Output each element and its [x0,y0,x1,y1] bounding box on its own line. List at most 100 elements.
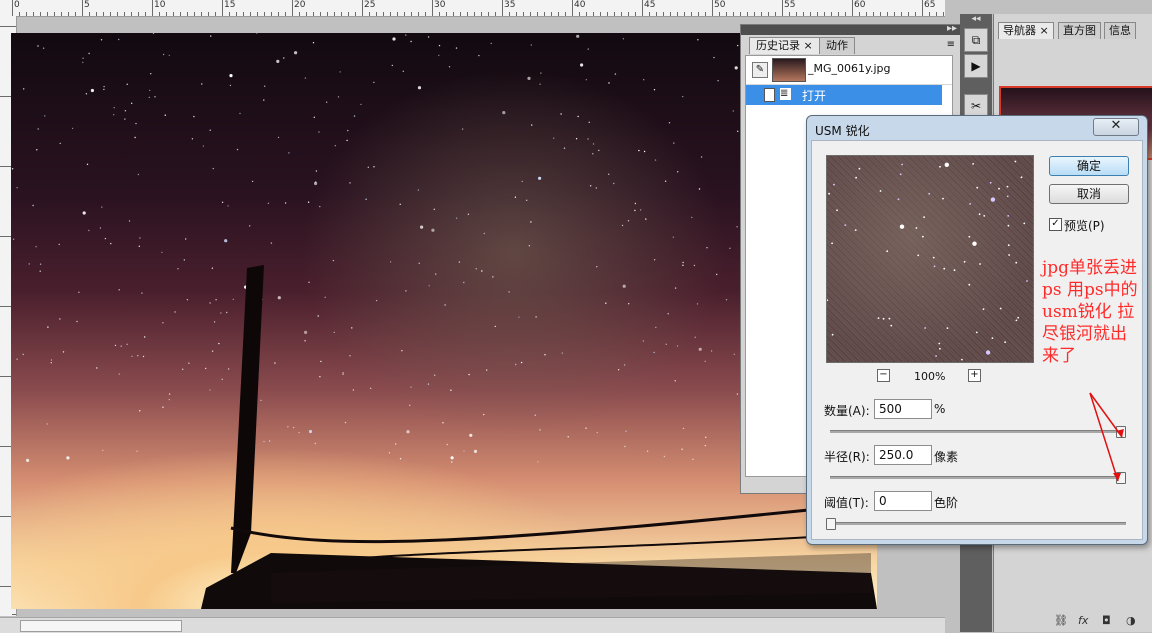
star [131,355,133,357]
link-icon[interactable]: ⛓ [1054,614,1068,627]
history-dock-icon[interactable]: ⧉ [964,28,988,52]
amount-label: 数量(A): [824,404,870,418]
preview-window[interactable] [826,155,1034,363]
preview-star [975,331,978,334]
ruler-tick [376,12,377,16]
star [653,351,655,354]
threshold-slider-thumb[interactable] [826,518,836,530]
tab-info[interactable]: 信息 [1104,22,1136,39]
tab-histogram[interactable]: 直方图 [1058,22,1101,39]
ruler-tick [292,0,293,16]
star [592,153,594,155]
star [263,440,265,443]
star [713,56,715,59]
mask-icon[interactable]: ◘ [1102,614,1111,627]
star [682,95,684,98]
star [553,137,555,139]
star [37,45,39,47]
star [595,187,597,189]
star [264,85,266,87]
star [544,354,546,356]
star [444,304,446,306]
close-button[interactable]: ✕ [1093,118,1139,136]
tab-navigator[interactable]: 导航器 × [998,22,1054,39]
star [218,342,220,345]
star [427,36,430,38]
adjustment-icon[interactable]: ◑ [1126,614,1136,627]
ruler-tick [103,12,104,16]
star [402,70,404,72]
star [202,145,205,147]
star [304,330,308,334]
ruler-tick [33,12,34,16]
ruler-tick [803,12,804,16]
star [674,380,676,382]
ruler-label: 60 [854,0,866,10]
star [438,44,441,47]
star [209,389,211,391]
ruler-tick [894,12,895,16]
panel-menu-icon[interactable]: ≡ [947,39,955,50]
amount-field[interactable]: 500 [874,399,932,419]
preview-checkbox[interactable]: ✓ [1049,218,1062,231]
preview-star [1020,176,1023,179]
brush-source-icon[interactable]: ✎ [752,62,768,78]
ruler-tick [362,0,363,16]
radius-field[interactable]: 250.0 [874,445,932,465]
star [608,173,610,175]
ruler-tick [243,12,244,16]
actions-dock-icon[interactable]: ▶ [964,54,988,78]
star [211,267,214,269]
ruler-tick [530,12,531,16]
fx-icon[interactable]: fx [1078,614,1088,627]
preview-star [1004,341,1006,343]
snapshot-thumbnail [772,58,806,82]
star [538,176,542,180]
star [269,440,271,442]
ruler-tick [0,26,16,27]
star [138,245,140,247]
ruler-tick [264,12,265,16]
star [613,182,615,185]
star [277,296,281,300]
star [697,39,699,41]
star [210,35,212,37]
star [227,368,230,370]
star [201,83,203,85]
star [313,116,315,119]
ruler-tick [642,0,643,16]
tab-actions[interactable]: 动作 [819,37,855,54]
star [530,221,532,223]
scrollbar-thumb[interactable] [20,620,182,632]
star [251,180,254,183]
ruler-label: 35 [504,0,516,10]
cancel-button[interactable]: 取消 [1049,184,1129,204]
star [314,442,317,445]
ruler-tick [789,12,790,16]
star [307,201,310,203]
expand-icon[interactable]: ◂◂ [960,14,992,24]
star [492,276,494,278]
ruler-tick [943,12,944,16]
star [47,326,49,328]
ruler-tick [705,12,706,16]
snapshot-name: _MG_0061y.jpg [808,62,891,75]
horizontal-scrollbar[interactable] [0,617,945,633]
preview-star [915,227,918,229]
preview-star [1008,254,1010,256]
star [32,204,34,207]
history-snapshot-row[interactable]: ✎ _MG_0061y.jpg [746,56,952,85]
tab-history[interactable]: 历史记录 × [749,37,820,54]
collapse-icon[interactable]: ▸▸ [947,23,957,34]
ok-button[interactable]: 确定 [1049,156,1129,176]
zoom-in-button[interactable]: + [968,369,981,382]
threshold-slider[interactable] [830,522,1126,525]
preview-star [1017,316,1020,319]
preview-star [990,197,996,202]
threshold-field[interactable]: 0 [874,491,932,511]
ruler-tick [663,12,664,16]
zoom-out-button[interactable]: − [877,369,890,382]
history-entry-open[interactable]: ≣ 打开 [746,85,942,105]
star [706,247,708,249]
ruler-tick [761,12,762,16]
